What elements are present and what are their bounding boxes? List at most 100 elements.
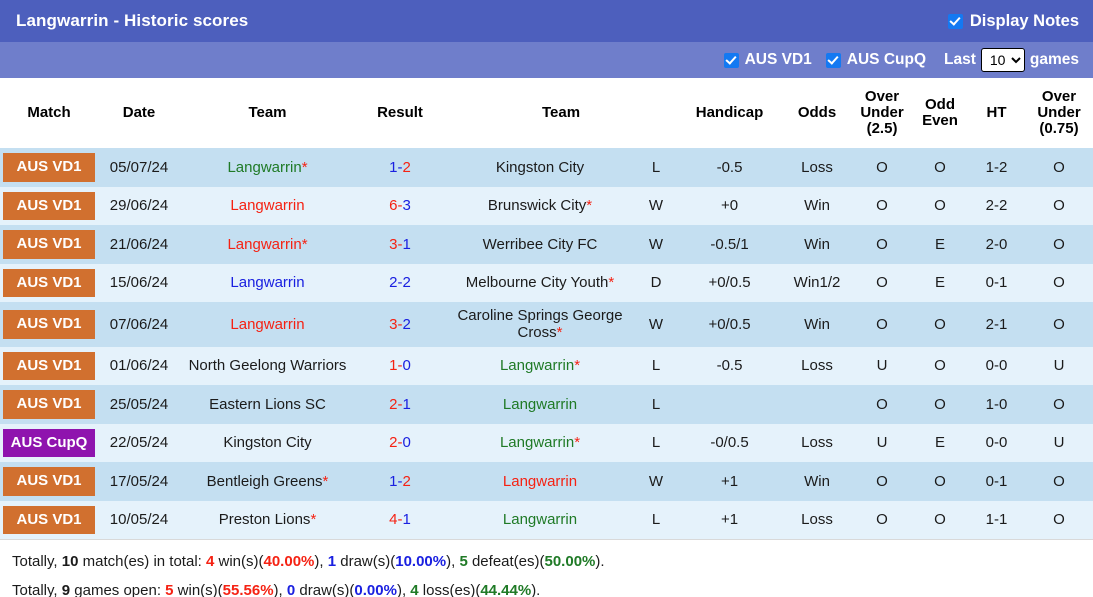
away-team[interactable]: Langwarrin (445, 385, 635, 424)
handicap-value: -0.5 (677, 148, 783, 187)
table-row[interactable]: AUS VD1 10/05/24 Preston Lions* 4-1 Langwarr… (0, 500, 1093, 540)
home-team[interactable]: Eastern Lions SC (180, 385, 355, 424)
match-score[interactable]: 6-3 (355, 186, 445, 225)
handicap-value: +0 (677, 186, 783, 225)
score-away: 1 (402, 395, 411, 413)
match-score[interactable]: 2-1 (355, 385, 445, 424)
score-home: 4 (389, 511, 398, 529)
score-away: 0 (402, 357, 411, 375)
away-team[interactable]: Langwarrin (445, 500, 635, 540)
score-away: 2 (402, 158, 411, 176)
away-team[interactable]: Langwarrin (445, 462, 635, 501)
home-team[interactable]: Preston Lions* (180, 500, 355, 540)
away-team[interactable]: Langwarrin* (445, 423, 635, 463)
over-under-25-value: U (852, 423, 913, 463)
result-indicator: W (635, 225, 678, 264)
table-row[interactable]: AUS VD1 25/05/24 Eastern Lions SC 2-1 Langwa… (0, 385, 1093, 424)
table-row[interactable]: AUS VD1 01/06/24 North Geelong Warriors 1-0… (0, 346, 1093, 386)
home-team[interactable]: Langwarrin (180, 263, 355, 302)
match-date: 21/06/24 (98, 225, 180, 264)
table-row[interactable]: AUS CupQ 22/05/24 Kingston City 2-0 Langwarr… (0, 423, 1093, 463)
away-team-label: Melbourne City Youth (465, 274, 609, 292)
home-team[interactable]: Langwarrin (180, 302, 355, 347)
match-score[interactable]: 1-0 (355, 346, 445, 386)
page-title: Langwarrin - Historic scores (16, 11, 249, 30)
away-team[interactable]: Caroline Springs George Cross* (445, 302, 635, 347)
col-match: Match (0, 78, 98, 148)
away-team[interactable]: Langwarrin* (445, 346, 635, 386)
handicap-value: +0/0.5 (677, 263, 783, 302)
sum2-t4: draw(s)( (295, 582, 355, 597)
match-score[interactable]: 1-2 (355, 462, 445, 501)
aus-cupq-label: AUS CupQ (846, 51, 926, 68)
away-team-label: Langwarrin (502, 395, 578, 413)
away-team[interactable]: Melbourne City Youth* (445, 263, 635, 302)
away-team[interactable]: Brunswick City* (445, 186, 635, 225)
odd-even-value: O (912, 462, 969, 501)
sum2-losses: 4 (410, 582, 419, 597)
ht-score: 2-1 (968, 302, 1026, 347)
display-notes-checkbox[interactable] (947, 13, 963, 29)
match-date: 10/05/24 (98, 500, 180, 540)
sum1-t4: draw(s)( (336, 553, 396, 571)
over-under-075-value: O (1025, 302, 1093, 347)
aus-vd1-checkbox[interactable] (723, 52, 739, 68)
match-score[interactable]: 4-1 (355, 500, 445, 540)
match-score[interactable]: 2-2 (355, 263, 445, 302)
competition-badge: AUS VD1 (3, 467, 95, 496)
table-row[interactable]: AUS VD1 21/06/24 Langwarrin* 3-1 Werribee Ci… (0, 225, 1093, 264)
sum2-total: 9 (61, 582, 71, 597)
odd-even-value: E (912, 225, 969, 264)
result-indicator: L (635, 346, 678, 386)
handicap-value: -0.5 (677, 346, 783, 386)
handicap-value (677, 385, 783, 424)
home-team[interactable]: Langwarrin (180, 186, 355, 225)
filter-aus-cupq[interactable]: AUS CupQ (825, 51, 926, 69)
table-row[interactable]: AUS VD1 05/07/24 Langwarrin* 1-2 Kingston Ci… (0, 148, 1093, 187)
filter-aus-vd1[interactable]: AUS VD1 (723, 51, 812, 69)
match-score[interactable]: 1-2 (355, 148, 445, 187)
over-under-25-value: O (852, 462, 913, 501)
col-result: Result (355, 78, 445, 148)
table-row[interactable]: AUS VD1 29/06/24 Langwarrin 6-3 Brunswick Ci… (0, 186, 1093, 225)
over-under-25-value: O (852, 385, 913, 424)
historic-scores-table: Match Date Team Result Team Handicap Odd… (0, 78, 1093, 540)
result-indicator: W (635, 302, 678, 347)
table-header: Match Date Team Result Team Handicap Odd… (0, 78, 1093, 148)
odds-value: Win (782, 225, 853, 264)
match-score[interactable]: 3-1 (355, 225, 445, 264)
away-team[interactable]: Werribee City FC (445, 225, 635, 264)
table-row[interactable]: AUS VD1 07/06/24 Langwarrin 3-2 Caroline Spr… (0, 302, 1093, 347)
games-count-select[interactable]: 10203050 (980, 48, 1025, 72)
aus-cupq-checkbox[interactable] (825, 52, 841, 68)
home-team[interactable]: North Geelong Warriors (180, 346, 355, 386)
home-team-label: Langwarrin (227, 158, 302, 176)
sum2-draw-pct: 0.00% (354, 582, 397, 597)
table-row[interactable]: AUS VD1 17/05/24 Bentleigh Greens* 1-2 Langw… (0, 462, 1093, 501)
display-notes-toggle[interactable]: Display Notes (947, 12, 1079, 31)
sum1-defeat-pct: 50.00% (544, 553, 596, 571)
home-team[interactable]: Langwarrin* (180, 148, 355, 187)
home-advantage-star: * (556, 324, 563, 342)
sum1-defeats: 5 (459, 553, 468, 571)
table-row[interactable]: AUS VD1 15/06/24 Langwarrin 2-2 Melbourne Ci… (0, 263, 1093, 302)
match-date: 15/06/24 (98, 263, 180, 302)
odds-value: Win (782, 186, 853, 225)
over-under-075-value: O (1025, 148, 1093, 187)
home-team[interactable]: Langwarrin* (180, 225, 355, 264)
home-team[interactable]: Kingston City (180, 423, 355, 463)
match-score[interactable]: 2-0 (355, 423, 445, 463)
match-score[interactable]: 3-2 (355, 302, 445, 347)
home-team-label: Langwarrin (230, 197, 305, 215)
sum2-prefix: Totally, (12, 582, 62, 597)
table-header-row: Match Date Team Result Team Handicap Odd… (0, 78, 1093, 148)
match-competition-cell: AUS VD1 (0, 186, 98, 225)
over-under-075-value: O (1025, 462, 1093, 501)
away-team[interactable]: Kingston City (445, 148, 635, 187)
home-team[interactable]: Bentleigh Greens* (180, 462, 355, 501)
ht-score: 2-0 (968, 225, 1026, 264)
home-team-label: Langwarrin (227, 235, 302, 253)
score-home: 2 (389, 274, 398, 292)
over-under-25-value: O (852, 500, 913, 540)
match-date: 29/06/24 (98, 186, 180, 225)
